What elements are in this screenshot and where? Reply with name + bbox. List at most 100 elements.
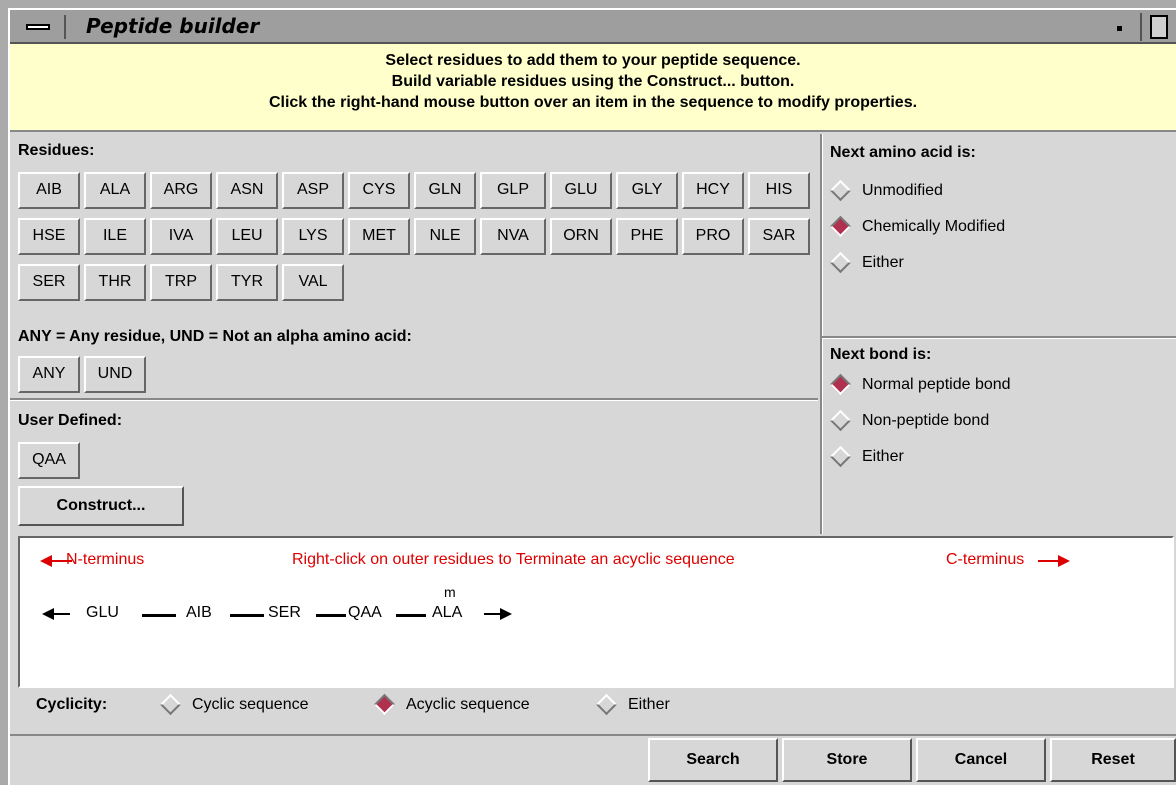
residue-button-nva[interactable]: NVA (480, 218, 546, 255)
radio-normal-peptide-bond[interactable]: Normal peptide bond (829, 374, 1011, 396)
radio-label: Either (862, 448, 904, 465)
instruction-line: Click the right-hand mouse button over a… (268, 94, 918, 111)
store-button[interactable]: Store (782, 738, 912, 782)
sequence-residue-aib[interactable]: AIB (186, 604, 212, 622)
radio-chemically-modified[interactable]: Chemically Modified (829, 216, 1006, 238)
radio-either-bond[interactable]: Either (829, 446, 904, 468)
panel-divider (820, 134, 823, 534)
construct-button[interactable]: Construct... (18, 486, 184, 526)
residue-button-lys[interactable]: LYS (282, 218, 344, 255)
radio-acyclic-sequence[interactable]: Acyclic sequence (373, 694, 530, 716)
residues-title: Residues: (18, 142, 95, 159)
residue-button-ile[interactable]: ILE (84, 218, 146, 255)
residue-button-iva[interactable]: IVA (150, 218, 212, 255)
residue-button-hse[interactable]: HSE (18, 218, 80, 255)
residue-button-gly[interactable]: GLY (616, 172, 678, 209)
residue-button-glu[interactable]: GLU (550, 172, 612, 209)
residue-button-leu[interactable]: LEU (216, 218, 278, 255)
radio-unmodified[interactable]: Unmodified (829, 180, 943, 202)
divider (822, 336, 1176, 339)
residue-button-trp[interactable]: TRP (150, 264, 212, 301)
residue-button-asn[interactable]: ASN (216, 172, 278, 209)
radio-diamond-icon (829, 446, 852, 468)
bond-line (396, 614, 426, 617)
reset-button[interactable]: Reset (1050, 738, 1176, 782)
residue-button-cys[interactable]: CYS (348, 172, 410, 209)
radio-label: Either (862, 254, 904, 271)
residue-button-qaa[interactable]: QAA (18, 442, 80, 479)
instructions-banner: Select residues to add them to your pept… (10, 44, 1176, 132)
peptide-builder-window: Peptide builder Select residues to add t… (8, 8, 1176, 785)
radio-non-peptide-bond[interactable]: Non-peptide bond (829, 410, 990, 432)
radio-label: Acyclic sequence (406, 696, 530, 713)
radio-label: Normal peptide bond (862, 376, 1011, 393)
residue-button-phe[interactable]: PHE (616, 218, 678, 255)
residue-button-his[interactable]: HIS (748, 172, 810, 209)
radio-diamond-icon (159, 694, 182, 716)
residue-button-nle[interactable]: NLE (414, 218, 476, 255)
maximize-icon (1150, 15, 1168, 39)
sequence-end-arrow-icon (484, 608, 512, 620)
cancel-button[interactable]: Cancel (916, 738, 1046, 782)
residue-button-gln[interactable]: GLN (414, 172, 476, 209)
residue-button-met[interactable]: MET (348, 218, 410, 255)
radio-cyclic-sequence[interactable]: Cyclic sequence (159, 694, 309, 716)
radio-label: Unmodified (862, 182, 943, 199)
radio-diamond-icon (829, 180, 852, 202)
radio-diamond-icon (829, 410, 852, 432)
residue-button-hcy[interactable]: HCY (682, 172, 744, 209)
c-terminus-arrow-icon (1038, 555, 1070, 567)
radio-label: Chemically Modified (862, 218, 1006, 235)
bond-line (142, 614, 176, 617)
radio-either-amino[interactable]: Either (829, 252, 904, 274)
sequence-residue-qaa[interactable]: QAA (348, 604, 382, 622)
cyclicity-label: Cyclicity: (36, 696, 108, 713)
residue-button-ala[interactable]: ALA (84, 172, 146, 209)
residue-button-sar[interactable]: SAR (748, 218, 810, 255)
sequence-residue-glu[interactable]: GLU (86, 604, 119, 622)
residue-button-any[interactable]: ANY (18, 356, 80, 393)
title-bar: Peptide builder (10, 10, 1176, 44)
next-bond-title: Next bond is: (830, 346, 932, 363)
residue-button-pro[interactable]: PRO (682, 218, 744, 255)
radio-either-cyclicity[interactable]: Either (595, 694, 670, 716)
instruction-line: Build variable residues using the Constr… (391, 73, 795, 90)
minimize-button[interactable] (1108, 15, 1132, 39)
n-terminus-label: N-terminus (66, 551, 145, 568)
radio-diamond-icon (829, 252, 852, 274)
radio-diamond-icon (829, 374, 852, 396)
radio-diamond-icon (829, 216, 852, 238)
radio-label: Cyclic sequence (192, 696, 309, 713)
residue-button-arg[interactable]: ARG (150, 172, 212, 209)
sequence-start-arrow-icon (42, 608, 70, 620)
residue-button-ser[interactable]: SER (18, 264, 80, 301)
sequence-hint: Right-click on outer residues to Termina… (292, 551, 735, 568)
radio-label: Non-peptide bond (862, 412, 990, 429)
sequence-display[interactable]: N-terminus Right-click on outer residues… (18, 536, 1174, 688)
action-bar: Search Store Cancel Reset (10, 734, 1176, 785)
maximize-button[interactable] (1140, 13, 1174, 41)
bond-line (230, 614, 264, 617)
window-menu-icon (26, 24, 50, 30)
residue-button-orn[interactable]: ORN (550, 218, 612, 255)
residue-button-val[interactable]: VAL (282, 264, 344, 301)
window-title: Peptide builder (86, 14, 260, 38)
residue-button-aib[interactable]: AIB (18, 172, 80, 209)
bond-line (316, 614, 346, 617)
sequence-residue-ser[interactable]: SER (268, 604, 301, 622)
instruction-line: Select residues to add them to your pept… (385, 52, 801, 69)
modifier-marker: m (444, 584, 456, 600)
residue-button-glp[interactable]: GLP (480, 172, 546, 209)
residue-button-tyr[interactable]: TYR (216, 264, 278, 301)
divider (10, 398, 818, 401)
residue-button-asp[interactable]: ASP (282, 172, 344, 209)
next-amino-acid-title: Next amino acid is: (830, 144, 976, 161)
residue-button-thr[interactable]: THR (84, 264, 146, 301)
special-residues-title: ANY = Any residue, UND = Not an alpha am… (18, 328, 412, 345)
radio-diamond-icon (373, 694, 396, 716)
sequence-residue-ala[interactable]: ALA (432, 604, 462, 622)
search-button[interactable]: Search (648, 738, 778, 782)
residue-button-und[interactable]: UND (84, 356, 146, 393)
window-menu-button[interactable] (14, 15, 66, 39)
user-defined-title: User Defined: (18, 412, 123, 429)
